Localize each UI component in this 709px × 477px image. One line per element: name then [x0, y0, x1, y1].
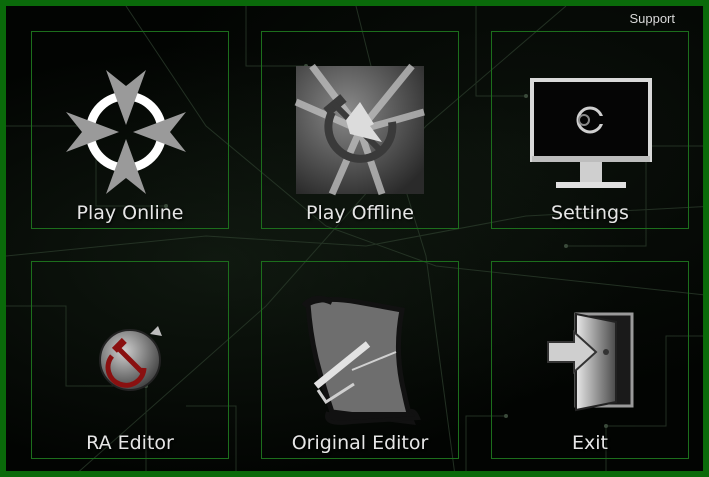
exit-tile[interactable]: Exit: [491, 261, 689, 459]
ra-editor-label: RA Editor: [86, 432, 174, 454]
original-editor-label: Original Editor: [291, 432, 429, 454]
play-offline-label: Play Offline: [306, 202, 414, 224]
settings-label: Settings: [551, 202, 629, 224]
original-editor-tile[interactable]: Original Editor: [261, 261, 459, 459]
settings-tile[interactable]: Settings: [491, 31, 689, 229]
exit-label: Exit: [572, 432, 608, 454]
hammer-sickle-icon: [294, 63, 425, 196]
support-link[interactable]: Support: [629, 11, 675, 26]
scroll-icon: [301, 295, 421, 426]
main-window: Support Play Online Play Offline Setting…: [0, 0, 709, 477]
play-online-label: Play Online: [76, 202, 184, 224]
online-crosshair-icon: [66, 70, 186, 194]
play-online-tile[interactable]: Play Online: [31, 31, 229, 229]
play-offline-tile[interactable]: Play Offline: [261, 31, 459, 229]
monitor-icon: [530, 78, 652, 188]
ra-editor-emblem-icon: [99, 326, 162, 391]
exit-door-icon: [547, 312, 634, 412]
ra-editor-tile[interactable]: RA Editor: [31, 261, 229, 459]
